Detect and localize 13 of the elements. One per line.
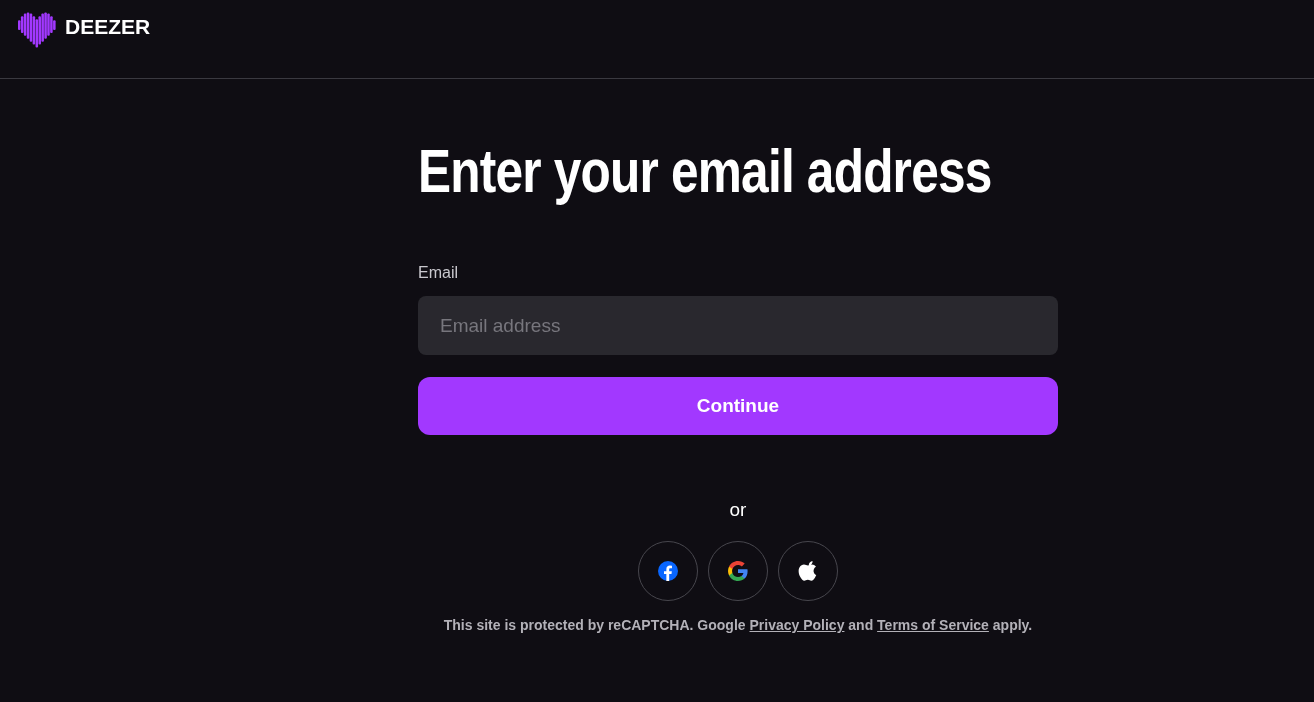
continue-button[interactable]: Continue xyxy=(418,377,1058,435)
page-title: Enter your email address xyxy=(418,139,992,203)
email-input[interactable]: Email address xyxy=(418,296,1058,355)
notice-link[interactable]: Privacy Policy xyxy=(749,617,845,633)
brand-name: DEEZER xyxy=(65,15,151,39)
heart-logo-icon[interactable] xyxy=(18,10,56,48)
f-logo-icon xyxy=(658,561,678,581)
recaptcha-notice: This site is protected by reCAPTCHA. Google Privacy Policy and Terms of Service apply. xyxy=(443,616,1033,634)
divider-text: or xyxy=(729,498,747,522)
field-label: Email xyxy=(418,263,458,283)
notice-link[interactable]: Terms of Service xyxy=(877,617,989,633)
g-logo-icon xyxy=(728,561,748,581)
apple-icon xyxy=(798,561,818,581)
